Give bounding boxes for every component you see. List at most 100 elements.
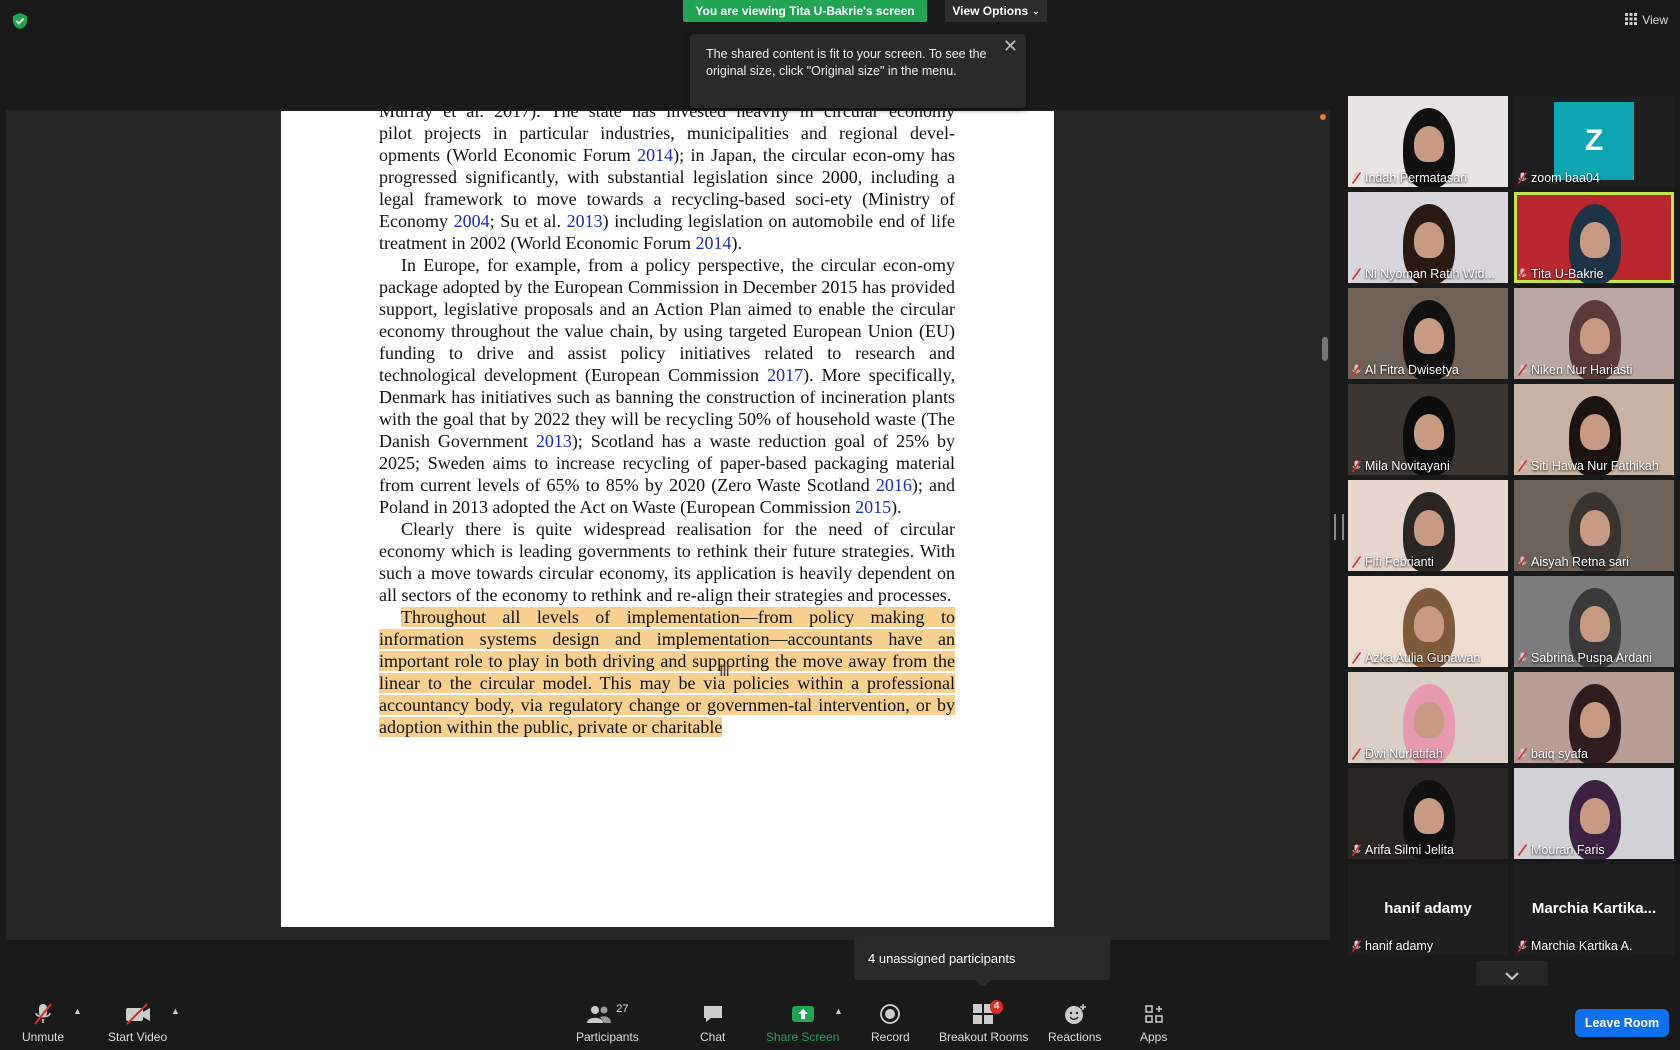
citation-link[interactable]: 2004 bbox=[454, 211, 490, 231]
participant-face bbox=[1580, 414, 1610, 450]
participant-tile[interactable]: Zzoom baa04 bbox=[1514, 96, 1674, 187]
participant-name-label: Marchia Kartika A. bbox=[1517, 939, 1633, 953]
participant-name: Ni Nyoman Ratih Wid... bbox=[1365, 267, 1495, 281]
participant-tile[interactable]: Ni Nyoman Ratih Wid... bbox=[1348, 192, 1508, 283]
doc-paragraph-3: Clearly there is quite widespread realis… bbox=[379, 519, 955, 605]
participant-name-label: zoom baa04 bbox=[1517, 171, 1600, 185]
participant-name-label: baiq syafa bbox=[1517, 747, 1588, 761]
participant-name: hanif adamy bbox=[1365, 939, 1434, 953]
muted-microphone-icon bbox=[1517, 652, 1528, 664]
participant-tile[interactable]: Dwi Nurlatifah bbox=[1348, 672, 1508, 763]
muted-microphone-icon bbox=[1517, 364, 1528, 376]
participant-name: Sabrina Puspa Ardani bbox=[1531, 651, 1652, 665]
participant-face bbox=[1414, 414, 1444, 450]
apps-button[interactable]: Apps bbox=[1140, 1002, 1167, 1044]
participant-face bbox=[1414, 798, 1444, 834]
participant-name: Marchia Kartika A. bbox=[1531, 939, 1633, 953]
citation-link[interactable]: 2015 bbox=[855, 497, 891, 517]
audio-options-caret-icon[interactable]: ▲ bbox=[73, 1006, 82, 1016]
document-text: Murray et al. 2017). The state has inves… bbox=[379, 111, 955, 738]
doc-paragraph-1: pilot projects in particular industries,… bbox=[379, 122, 955, 254]
highlighted-text: Throughout all levels of implementation—… bbox=[379, 607, 955, 737]
chevron-down-icon: ⌄ bbox=[1032, 5, 1040, 16]
chat-button[interactable]: Chat bbox=[700, 1002, 725, 1044]
participant-face bbox=[1414, 222, 1444, 258]
participant-name-label: hanif adamy bbox=[1351, 939, 1434, 953]
doc-paragraph-4-highlighted: Throughout all levels of implementation—… bbox=[379, 606, 955, 738]
muted-microphone-icon bbox=[1517, 556, 1528, 568]
reactions-button[interactable]: Reactions bbox=[1048, 1002, 1101, 1044]
muted-microphone-icon bbox=[1517, 940, 1528, 952]
participant-tile[interactable]: Al Fitra Dwisetya bbox=[1348, 288, 1508, 379]
breakout-rooms-button[interactable]: 4 Breakout Rooms bbox=[939, 1000, 1028, 1044]
doc-text-segment: ). bbox=[891, 497, 902, 517]
participant-avatar: Z bbox=[1554, 102, 1634, 180]
citation-link[interactable]: 2013 bbox=[536, 431, 572, 451]
participant-name: Dwi Nurlatifah bbox=[1365, 747, 1443, 761]
participant-name-label: Aisyah Retna sari bbox=[1517, 555, 1629, 569]
close-icon[interactable]: ✕ bbox=[1003, 37, 1018, 55]
participant-tile[interactable]: Aisyah Retna sari bbox=[1514, 480, 1674, 571]
participant-display-name: Marchia Kartika... bbox=[1531, 900, 1657, 917]
participant-face bbox=[1414, 606, 1444, 642]
participant-tile[interactable]: Azka Aulia Gunawan bbox=[1348, 576, 1508, 667]
security-shield-icon[interactable] bbox=[12, 12, 28, 30]
muted-microphone-icon bbox=[1351, 172, 1362, 184]
chevron-down-icon bbox=[1504, 968, 1520, 986]
participant-tile[interactable]: Marchia Kartika... Marchia Kartika A. bbox=[1514, 864, 1674, 955]
start-video-button[interactable]: Start Video bbox=[108, 1002, 167, 1044]
view-options-button[interactable]: View Options ⌄ bbox=[945, 0, 1047, 22]
text-cursor-icon: Ⅲ bbox=[719, 663, 731, 680]
share-options-caret-icon[interactable]: ▲ bbox=[834, 1006, 843, 1016]
reactions-label: Reactions bbox=[1048, 1030, 1102, 1044]
muted-microphone-icon bbox=[1517, 748, 1528, 760]
participant-tile[interactable]: Niken Nur Hariasti bbox=[1514, 288, 1674, 379]
panel-splitter-handle[interactable] bbox=[1334, 514, 1344, 540]
chat-label: Chat bbox=[700, 1030, 726, 1044]
leave-room-button[interactable]: Leave Room bbox=[1575, 1009, 1669, 1037]
muted-microphone-icon bbox=[32, 1002, 54, 1026]
recording-dot-icon bbox=[1320, 114, 1326, 120]
muted-microphone-icon bbox=[1517, 172, 1528, 184]
muted-microphone-icon bbox=[1351, 364, 1362, 376]
participants-button[interactable]: 27 Participants bbox=[576, 1002, 639, 1044]
unassigned-participants-notice[interactable]: 4 unassigned participants bbox=[854, 936, 1110, 980]
participant-tile[interactable]: Tita U-Bakrie bbox=[1514, 192, 1674, 283]
participant-name: Arifa Silmi Jelita bbox=[1365, 843, 1454, 857]
record-button[interactable]: Record bbox=[871, 1002, 910, 1044]
video-options-caret-icon[interactable]: ▲ bbox=[171, 1006, 180, 1016]
participant-name-label: Tita U-Bakrie bbox=[1517, 267, 1603, 281]
participants-label: Participants bbox=[576, 1030, 639, 1044]
participant-tile[interactable]: Indah Permatasari bbox=[1348, 96, 1508, 187]
participant-name-label: Niken Nur Hariasti bbox=[1517, 363, 1632, 377]
tooltip-text: The shared content is fit to your screen… bbox=[706, 47, 987, 78]
participant-face bbox=[1414, 318, 1444, 354]
citation-link[interactable]: 2016 bbox=[876, 475, 912, 495]
scrollbar-thumb[interactable] bbox=[1322, 337, 1328, 361]
share-screen-button[interactable]: Share Screen bbox=[766, 1002, 839, 1044]
participant-tile[interactable]: Arifa Silmi Jelita bbox=[1348, 768, 1508, 859]
muted-microphone-icon bbox=[1351, 460, 1362, 472]
viewing-screen-banner: You are viewing Tita U-Bakrie's screen bbox=[683, 0, 927, 22]
participant-tile[interactable]: hanif adamy hanif adamy bbox=[1348, 864, 1508, 955]
gallery-view-button[interactable]: View bbox=[1625, 10, 1668, 30]
participant-tile[interactable]: Mouran Faris bbox=[1514, 768, 1674, 859]
doc-text-segment: ; Su et al. bbox=[489, 211, 567, 231]
unmute-button[interactable]: Unmute bbox=[22, 1002, 64, 1044]
citation-link[interactable]: 2014 bbox=[637, 145, 673, 165]
participant-face bbox=[1414, 702, 1444, 738]
citation-link[interactable]: 2014 bbox=[696, 233, 732, 253]
chat-icon bbox=[702, 1002, 724, 1026]
citation-link[interactable]: 2013 bbox=[567, 211, 603, 231]
citation-link[interactable]: 2017 bbox=[767, 365, 803, 385]
participant-name: Al Fitra Dwisetya bbox=[1365, 363, 1459, 377]
breakout-badge: 4 bbox=[989, 1000, 1004, 1014]
view-button-label: View bbox=[1642, 13, 1668, 27]
breakout-rooms-icon: 4 bbox=[972, 1000, 1004, 1026]
participant-name: Mila Novitayani bbox=[1365, 459, 1450, 473]
participant-tile[interactable]: Fifi Febrianti bbox=[1348, 480, 1508, 571]
participant-tile[interactable]: Siti Hawa Nur Fathikah bbox=[1514, 384, 1674, 475]
participant-tile[interactable]: Sabrina Puspa Ardani bbox=[1514, 576, 1674, 667]
participant-tile[interactable]: Mila Novitayani bbox=[1348, 384, 1508, 475]
participant-tile[interactable]: baiq syafa bbox=[1514, 672, 1674, 763]
